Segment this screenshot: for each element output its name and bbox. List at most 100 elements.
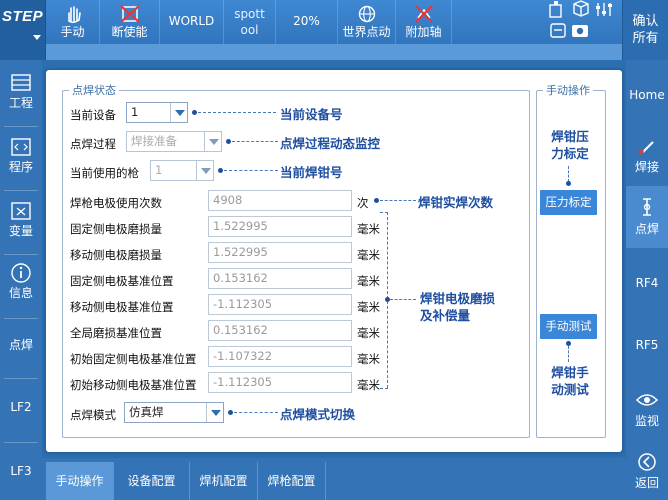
row-label: 固定侧电极磨损量 [70,222,162,236]
coordinate-label: WORLD [168,14,215,28]
sidebar-item-label: 变量 [8,224,33,238]
back-icon [638,453,656,471]
speed-label: 20% [293,14,320,28]
sidebar-item-label: 信息 [8,286,33,300]
row-label: 焊枪电极使用次数 [70,196,162,210]
chevron-down-icon [206,403,223,422]
pressure-annotation: 焊钳压 力标定 [551,129,589,161]
sidebar-item-lf2[interactable]: LF2 [0,392,42,428]
wear-annotation: 焊钳电极磨损 及补偿量 [420,291,496,323]
process-label: 点焊过程 [70,137,116,151]
row-unit: 毫米 [357,378,380,392]
mode-select[interactable]: 仿真焊 [124,402,224,423]
sidebar-item-monitor[interactable]: 监视 [626,384,668,434]
manual-test-button[interactable]: 手动测试 [540,314,597,339]
world-jog-button[interactable]: 世界点动 [338,0,396,44]
spot-weld-icon [643,198,651,216]
group-legend: 点焊状态 [72,84,116,97]
row-label: 全局磨损基准位置 [70,326,162,340]
global-ref-field[interactable]: 0.153162 [208,320,352,341]
row-unit: 毫米 [357,248,380,262]
globe-icon [358,5,376,23]
gun-label: 当前使用的枪 [70,166,139,180]
welding-icon [637,141,654,156]
mode-label: 点焊模式 [70,408,116,422]
sidebar-item-spot-weld[interactable]: 点焊 [626,186,668,248]
coordinate-world-button[interactable]: WORLD [160,0,224,44]
row-label: 移动侧电极磨损量 [70,248,162,262]
row-unit: 毫米 [357,222,380,236]
sidebar-item-info[interactable]: 信息 [0,262,42,312]
chevron-down-icon [170,103,187,122]
group-legend: 手动操作 [546,84,590,97]
disable-icon [120,5,140,23]
sidebar-item-label: 监视 [634,414,659,428]
sidebar-item-home[interactable]: Home [626,78,668,114]
tab-gun-config[interactable]: 焊枪配置 [258,462,326,500]
row-label: 固定侧电极基准位置 [70,274,174,288]
chevron-down-icon [196,161,213,180]
sidebar-item-label: 点焊 [634,222,659,236]
init-moving-ref-field[interactable]: -1.112305 [208,372,352,393]
io-icon [550,23,566,38]
sidebar-item-rf4[interactable]: RF4 [626,266,668,302]
camera-icon [572,25,588,37]
sidebar-item-welding[interactable]: 焊接 [626,130,668,180]
sidebar-item-label: 工程 [8,96,33,110]
external-axis-button[interactable]: 附加轴 [396,0,452,44]
sidebar-item-lf3[interactable]: LF3 [0,456,42,492]
sidebar-item-back[interactable]: 返回 [626,446,668,496]
tool-label: spott ool [234,7,265,37]
sidebar-item-rf5[interactable]: RF5 [626,328,668,364]
moving-ref-field[interactable]: -1.112305 [208,294,352,315]
row-unit: 次 [357,196,369,210]
eye-icon [635,394,659,406]
mode-manual-button[interactable]: 手动 [46,0,100,44]
sidebar-item-spot-weld[interactable]: 点焊 [0,330,42,366]
process-select[interactable]: 焊接准备 [126,131,222,152]
step-logo-menu[interactable]: STEP [0,0,46,60]
axis-off-icon [415,5,433,23]
row-label: 移动侧电极基准位置 [70,300,174,314]
fixed-ref-field[interactable]: 0.153162 [208,268,352,289]
disable-enable-button[interactable]: 断使能 [100,0,160,44]
row-unit: 毫米 [357,300,380,314]
init-fixed-ref-field[interactable]: -1.107322 [208,346,352,367]
sidebar-item-label: 点焊 [8,338,33,352]
sidebar-item-label: 程序 [8,160,33,174]
sidebar-item-project[interactable]: 工程 [0,72,42,122]
speed-20-button[interactable]: 20% [276,0,338,44]
gun-select[interactable]: 1 [150,160,214,181]
confirm-all-button[interactable]: 确认 所有 [622,0,668,60]
sidebar-item-label: LF2 [10,400,32,414]
sidebar-item-label: LF3 [10,464,32,478]
pressure-calibration-button[interactable]: 压力标定 [540,190,597,215]
variable-icon [11,202,31,220]
sidebar-item-label: 返回 [634,476,659,490]
fixed-wear-field[interactable]: 1.522995 [208,216,352,237]
sidebar-item-label: RF4 [635,276,659,290]
disable-enable-label: 断使能 [111,25,148,39]
hand-icon [68,6,81,24]
sidebar-item-label: Home [629,88,665,102]
device-select[interactable]: 1 [126,102,188,123]
tab-manual-operation[interactable]: 手动操作 [46,462,114,500]
sidebar-item-program[interactable]: 程序 [0,136,42,186]
mode-annotation: 点焊模式切换 [280,407,356,422]
moving-wear-field[interactable]: 1.522995 [208,242,352,263]
device-label: 当前设备 [70,108,116,122]
row-unit: 毫米 [357,326,380,340]
settings-sliders-icon [596,3,612,16]
tool-spottool-button[interactable]: spott ool [224,0,276,44]
tab-device-config[interactable]: 设备配置 [114,462,190,500]
tab-welder-config[interactable]: 焊机配置 [190,462,258,500]
sidebar-item-variable[interactable]: 变量 [0,200,42,250]
weld-count-field[interactable]: 4908 [208,190,352,211]
cube-icon [573,0,589,17]
row-label: 初始固定侧电极基准位置 [70,352,197,366]
right-sidebar: Home 焊接 点焊 RF4 RF5 监视 返回 [626,60,668,500]
sidebar-item-label: 焊接 [634,160,659,174]
logo-text: STEP [2,8,44,25]
sidebar-item-label: RF5 [635,338,659,352]
toolbar-subbar [46,44,622,60]
